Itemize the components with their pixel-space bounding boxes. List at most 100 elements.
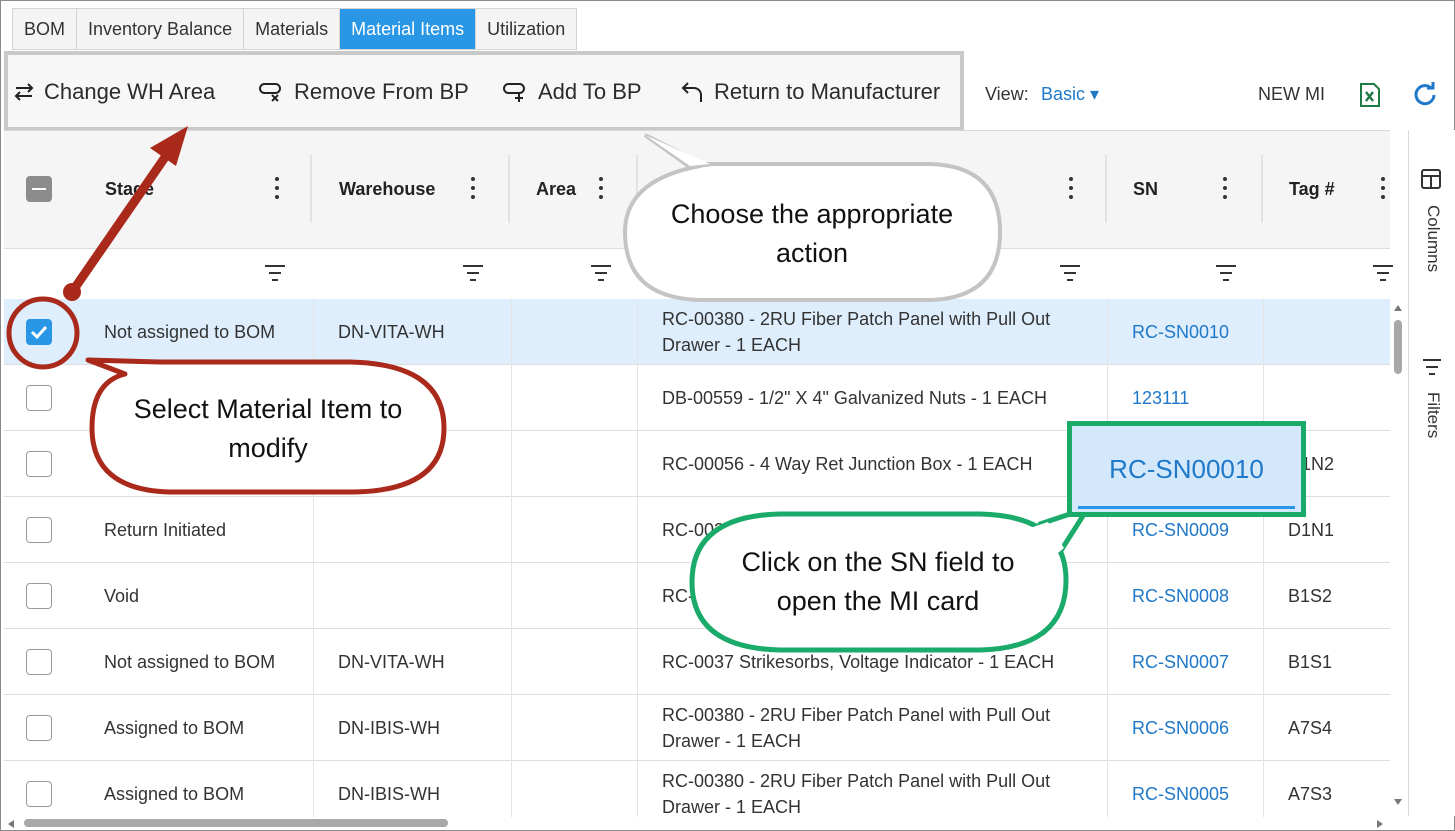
cell-sn-link[interactable]: RC-SN0006	[1108, 695, 1264, 761]
cell-area	[512, 563, 638, 629]
column-stage-label: Stage	[105, 179, 155, 199]
filter-icon[interactable]	[1372, 264, 1394, 282]
sn-zoom-highlight[interactable]: RC-SN00010	[1067, 421, 1306, 517]
cell-tag	[1264, 299, 1390, 365]
horizontal-scrollbar[interactable]	[4, 816, 1390, 830]
filter-icon[interactable]	[264, 264, 286, 282]
filter-icon[interactable]	[590, 264, 612, 282]
select-all-checkbox[interactable]	[26, 176, 52, 202]
row-checkbox[interactable]	[26, 451, 52, 477]
column-stage: Stage	[80, 131, 312, 249]
cell-warehouse	[314, 563, 512, 629]
cell-material: RC-00380 - 2RU Fiber Patch Panel with Pu…	[638, 761, 1108, 817]
cell-warehouse: DN-VITA-WH	[314, 629, 512, 695]
column-tag-label: Tag #	[1289, 179, 1335, 199]
cell-area	[512, 365, 638, 431]
cell-sn-link[interactable]: RC-SN0007	[1108, 629, 1264, 695]
view-selector[interactable]: Basic ▾	[1041, 84, 1099, 105]
column-tag: Tag #	[1264, 131, 1390, 249]
row-checkbox[interactable]	[26, 517, 52, 543]
cell-material: DB-00559 - 1/2" X 4" Galvanized Nuts - 1…	[638, 365, 1108, 431]
filter-icon[interactable]	[1215, 264, 1237, 282]
filter-icon[interactable]	[1059, 264, 1081, 282]
grid-body: Not assigned to BOM DN-VITA-WH RC-00380 …	[4, 299, 1390, 817]
tab-utilization[interactable]: Utilization	[476, 9, 576, 49]
row-checkbox[interactable]	[26, 715, 52, 741]
sn-callout-text: Click on the SN field to open the MI car…	[741, 547, 1015, 616]
add-to-bp-label: Add To BP	[538, 79, 642, 104]
remove-from-bp-button[interactable]: Remove From BP	[258, 77, 469, 107]
row-checkbox[interactable]	[26, 583, 52, 609]
cell-tag: A7S4	[1288, 717, 1333, 738]
cell-area	[512, 299, 638, 365]
cell-area	[512, 695, 638, 761]
vertical-scroll-thumb[interactable]	[1394, 320, 1402, 374]
cell-material: RC-00380 - 2RU Fiber Patch Panel with Pu…	[638, 695, 1108, 761]
action-callout-text: Choose the appropriate action	[670, 199, 954, 268]
excel-export-icon[interactable]	[1359, 83, 1381, 107]
scroll-down-icon[interactable]	[1393, 798, 1403, 806]
tab-material-items[interactable]: Material Items	[340, 9, 477, 49]
return-to-manufacturer-button[interactable]: Return to Manufacturer	[680, 77, 940, 107]
tab-bar: BOM Inventory Balance Materials Material…	[12, 8, 578, 50]
row-checkbox[interactable]	[26, 781, 52, 807]
column-divider[interactable]	[1261, 155, 1263, 223]
cell-area	[512, 629, 638, 695]
view-label: View:	[985, 84, 1029, 104]
table-row[interactable]: Assigned to BOM DN-IBIS-WH RC-00380 - 2R…	[4, 761, 1390, 817]
return-to-manufacturer-label: Return to Manufacturer	[714, 79, 941, 104]
tab-materials[interactable]: Materials	[244, 9, 341, 49]
filter-icon[interactable]	[462, 264, 484, 282]
return-arrow-icon	[681, 82, 702, 102]
table-row[interactable]: Not assigned to BOM DN-VITA-WH RC-0037 S…	[4, 629, 1390, 695]
column-menu-icon[interactable]	[1380, 177, 1386, 201]
horizontal-scroll-thumb[interactable]	[24, 819, 448, 827]
cell-sn-link[interactable]: RC-SN0010	[1108, 299, 1264, 365]
add-link-icon	[503, 83, 525, 102]
column-menu-icon[interactable]	[274, 177, 280, 201]
column-divider[interactable]	[1105, 155, 1107, 223]
columns-toggle[interactable]: Columns	[1423, 205, 1443, 272]
add-to-bp-button[interactable]: Add To BP	[502, 77, 642, 107]
vertical-scrollbar[interactable]	[1390, 302, 1406, 812]
cell-area	[512, 431, 638, 497]
filters-toggle[interactable]: Filters	[1423, 392, 1443, 438]
column-warehouse-label: Warehouse	[339, 179, 436, 199]
cell-stage: Not assigned to BOM	[80, 629, 314, 695]
cell-sn-link[interactable]: RC-SN0008	[1108, 563, 1264, 629]
scroll-up-icon[interactable]	[1393, 304, 1403, 312]
action-toolbar: Change WH Area Remove From BP Add To BP …	[4, 51, 964, 131]
cell-warehouse	[314, 497, 512, 563]
column-sn-label: SN	[1133, 179, 1159, 199]
scroll-left-icon[interactable]	[7, 819, 15, 829]
row-checkbox[interactable]	[26, 385, 52, 411]
table-row[interactable]: Assigned to BOM DN-IBIS-WH RC-00380 - 2R…	[4, 695, 1390, 761]
cell-material: RC-0037 Strikesorbs, Voltage Indicator -…	[638, 629, 1108, 695]
row-checkbox[interactable]	[26, 319, 52, 345]
cell-stage: Void	[80, 563, 314, 629]
tab-bom[interactable]: BOM	[13, 9, 78, 49]
select-callout-text: Select Material Item to modify	[133, 394, 403, 463]
checkmark-icon	[30, 325, 48, 340]
column-menu-icon[interactable]	[470, 177, 476, 201]
column-area-label: Area	[536, 179, 577, 199]
change-wh-area-button[interactable]: Change WH Area	[12, 77, 215, 107]
column-menu-icon[interactable]	[1068, 177, 1074, 201]
cell-warehouse: DN-IBIS-WH	[314, 761, 512, 817]
filters-icon[interactable]	[1422, 358, 1442, 376]
row-checkbox[interactable]	[26, 649, 52, 675]
cell-warehouse: DN-IBIS-WH	[314, 695, 512, 761]
column-divider[interactable]	[508, 155, 510, 223]
columns-icon[interactable]	[1420, 168, 1442, 190]
cell-sn-link[interactable]: RC-SN0005	[1108, 761, 1264, 817]
column-menu-icon[interactable]	[1222, 177, 1228, 201]
column-divider[interactable]	[636, 155, 638, 223]
column-divider[interactable]	[310, 155, 312, 223]
column-menu-icon[interactable]	[598, 177, 604, 201]
scroll-right-icon[interactable]	[1376, 819, 1384, 829]
refresh-icon[interactable]	[1412, 82, 1438, 108]
tab-inventory-balance[interactable]: Inventory Balance	[77, 9, 245, 49]
new-mi-button[interactable]: NEW MI	[1258, 84, 1325, 105]
table-row[interactable]: Void RC- Strik RC-SN0008 B1S2	[4, 563, 1390, 629]
table-row[interactable]: Not assigned to BOM DN-VITA-WH RC-00380 …	[4, 299, 1390, 365]
